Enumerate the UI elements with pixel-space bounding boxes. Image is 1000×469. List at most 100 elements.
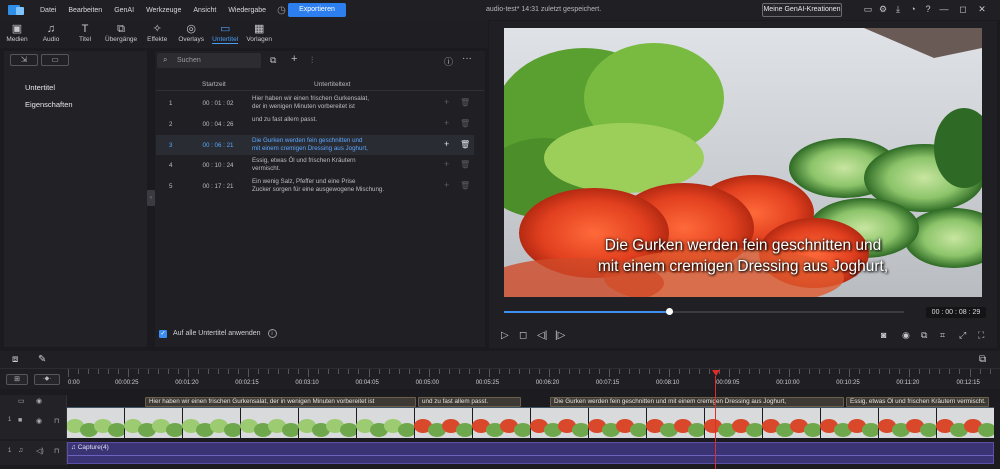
snapshot-icon[interactable]: ◙ [881, 330, 886, 340]
info-icon[interactable]: i [267, 329, 277, 338]
playback-progress-bar[interactable] [504, 308, 904, 315]
subtitle-clip-3[interactable]: Die Gurken werden fein geschnitten und m… [550, 397, 844, 407]
row-subtitle-text[interactable]: und zu fast allem passt. [252, 116, 412, 124]
close-icon[interactable]: ✕ [976, 3, 988, 16]
row-start-time[interactable]: 00 : 10 : 24 [198, 162, 238, 169]
pen-icon[interactable]: ✎ [38, 354, 46, 365]
timeline-ruler[interactable]: 0:00 00:00:25 00:01:20 00:02:15 00:03:10 00:0… [0, 369, 1000, 389]
export-button[interactable]: Exportieren [288, 3, 346, 17]
tab-audio[interactable]: ♫ Audio [37, 20, 65, 48]
sidebar-item-eigenschaften[interactable]: Eigenschaften [12, 96, 138, 113]
help-icon[interactable]: ? [922, 3, 934, 16]
sidebar-item-label: Eigenschaften [25, 100, 73, 109]
more-options-icon[interactable]: ··· [462, 53, 472, 64]
overlay-icon: ◎ [186, 23, 196, 35]
menu-genai[interactable]: GenAI [108, 7, 140, 14]
stop-icon[interactable]: ◻ [519, 330, 527, 341]
row-subtitle-text[interactable]: Die Gurken werden fein geschnitten und mi… [252, 137, 412, 153]
subtitle-overlay-line1: Die Gurken werden fein geschnitten und [604, 237, 882, 254]
menu-datei[interactable]: Datei [34, 7, 62, 14]
tab-titel[interactable]: T Titel [71, 20, 99, 48]
next-frame-icon[interactable]: |▷ [555, 330, 565, 341]
subtitle-row[interactable]: 3 00 : 06 : 21 Die Gurken werden fein gesc… [156, 134, 474, 155]
tab-untertitel[interactable]: ▭ Untertitel [211, 20, 239, 48]
video-clip[interactable] [67, 407, 994, 438]
row-subtitle-text[interactable]: Ein wenig Salz, Pfeffer und eine Prise Zu… [252, 178, 412, 194]
menu-werkzeuge[interactable]: Werkzeuge [140, 7, 187, 14]
fullscreen-icon[interactable]: ⛶ [978, 330, 984, 341]
ruler-tick [919, 369, 921, 374]
fit-icon[interactable]: ⤢ [959, 330, 966, 341]
tab-übergänge[interactable]: ⧉ Übergänge [105, 20, 137, 48]
info-icon[interactable]: ⓘ [444, 55, 453, 68]
delete-row-icon[interactable]: 🗑 [460, 98, 470, 107]
menu-ansicht[interactable]: Ansicht [187, 7, 222, 14]
tab-medien[interactable]: ▣ Medien [3, 20, 31, 48]
row-start-time[interactable]: 00 : 06 : 21 [198, 142, 238, 149]
subtitle-row[interactable]: 1 00 : 01 : 02 Hier haben wir einen frisch… [156, 93, 474, 113]
collapse-panel-button[interactable]: ‹ [147, 190, 155, 206]
add-row-icon[interactable]: + [444, 97, 449, 107]
genai-creations-button[interactable]: Meine GenAI-Kreationen [762, 3, 842, 17]
audio-clip[interactable]: ♫ Capture(4) [67, 442, 994, 464]
sidebar-item-untertitel[interactable]: Untertitel [12, 79, 138, 96]
display-mode-icon[interactable]: ⧉ [921, 330, 927, 341]
download-icon[interactable]: ⤓ [892, 3, 904, 16]
add-row-icon[interactable]: + [444, 180, 449, 190]
add-row-icon[interactable]: + [444, 159, 449, 169]
volume-icon[interactable]: ◉ [902, 330, 910, 341]
screen-icon[interactable]: ▭ [862, 3, 874, 16]
subtitle-row[interactable]: 2 00 : 04 : 26 und zu fast allem passt. + 🗑 [156, 114, 474, 134]
lock-icon[interactable]: ⊓ [54, 447, 59, 455]
video-preview[interactable]: Die Gurken werden fein geschnitten und m… [504, 28, 982, 297]
row-subtitle-text[interactable]: Hier haben wir einen frischen Gurkensala… [252, 95, 412, 111]
delete-row-icon[interactable]: 🗑 [460, 160, 470, 169]
add-row-icon[interactable]: + [444, 118, 449, 128]
snap-toggle-icon[interactable]: ·◆· [34, 374, 60, 385]
split-subtitle-icon[interactable]: ⫶ [311, 55, 313, 66]
tab-vorlagen[interactable]: ▦ Vorlagen [245, 20, 273, 48]
timeline-settings-icon[interactable]: ⧉ [979, 354, 986, 365]
play-icon[interactable]: ▷ [501, 330, 509, 341]
folder-icon[interactable]: ▭ [41, 54, 69, 66]
speaker-icon[interactable]: ◁) [36, 447, 44, 455]
progress-handle[interactable] [666, 308, 673, 315]
search-box[interactable]: ⌕ [157, 53, 261, 68]
playhead-marker[interactable] [712, 370, 720, 376]
subtitle-row[interactable]: 4 00 : 10 : 24 Essig, etwas Öl und frische… [156, 155, 474, 175]
minimize-icon[interactable]: — [938, 3, 950, 16]
import-subtitle-icon[interactable]: ⇲ [10, 54, 38, 66]
auto-subtitle-icon[interactable]: ⧉ [270, 55, 276, 66]
menu-bearbeiten[interactable]: Bearbeiten [62, 7, 108, 14]
row-start-time[interactable]: 00 : 04 : 26 [198, 121, 238, 128]
row-start-time[interactable]: 00 : 17 : 21 [198, 183, 238, 190]
previous-frame-icon[interactable]: ◁| [537, 330, 547, 341]
tab-overlays[interactable]: ◎ Overlays [177, 20, 205, 48]
row-start-time[interactable]: 00 : 01 : 02 [198, 100, 238, 107]
gear-icon[interactable]: ⚙ [877, 3, 889, 16]
subtitle-clip-1[interactable]: Hier haben wir einen frischen Gurkensala… [145, 397, 416, 407]
tab-effekte[interactable]: ✧ Effekte [143, 20, 171, 48]
ruler-tick [959, 369, 961, 374]
add-row-icon[interactable]: + [444, 139, 449, 149]
lock-icon[interactable]: ⊓ [54, 417, 59, 425]
eye-icon[interactable]: ◉ [36, 417, 42, 425]
search-input[interactable] [177, 55, 257, 66]
menu-wiedergabe[interactable]: Wiedergabe [222, 7, 272, 14]
subtitle-clip-4[interactable]: Essig, etwas Öl und frischen Kräutern ve… [846, 397, 989, 407]
add-subtitle-icon[interactable]: + [291, 53, 297, 65]
bell-icon[interactable]: ◔ [907, 3, 919, 16]
delete-row-icon[interactable]: 🗑 [460, 140, 470, 149]
subtitle-row[interactable]: 5 00 : 17 : 21 Ein wenig Salz, Pfeffer und… [156, 176, 474, 196]
apply-all-checkbox[interactable]: ✓ [159, 329, 167, 338]
subtitle-clip-2[interactable]: und zu fast allem passt. [418, 397, 521, 407]
delete-row-icon[interactable]: 🗑 [460, 119, 470, 128]
ruler-tick [989, 369, 991, 374]
track-manager-icon[interactable]: ⊞ [6, 374, 28, 385]
delete-row-icon[interactable]: 🗑 [460, 181, 470, 190]
crop-icon[interactable]: ⌗ [940, 330, 945, 341]
restore-icon[interactable]: ◻ [957, 3, 969, 16]
row-subtitle-text[interactable]: Essig, etwas Öl und frischen Kräutern ver… [252, 157, 412, 173]
timeline-layout-icon[interactable]: ⧈ [12, 354, 18, 365]
eye-icon[interactable]: ◉ [36, 397, 42, 405]
